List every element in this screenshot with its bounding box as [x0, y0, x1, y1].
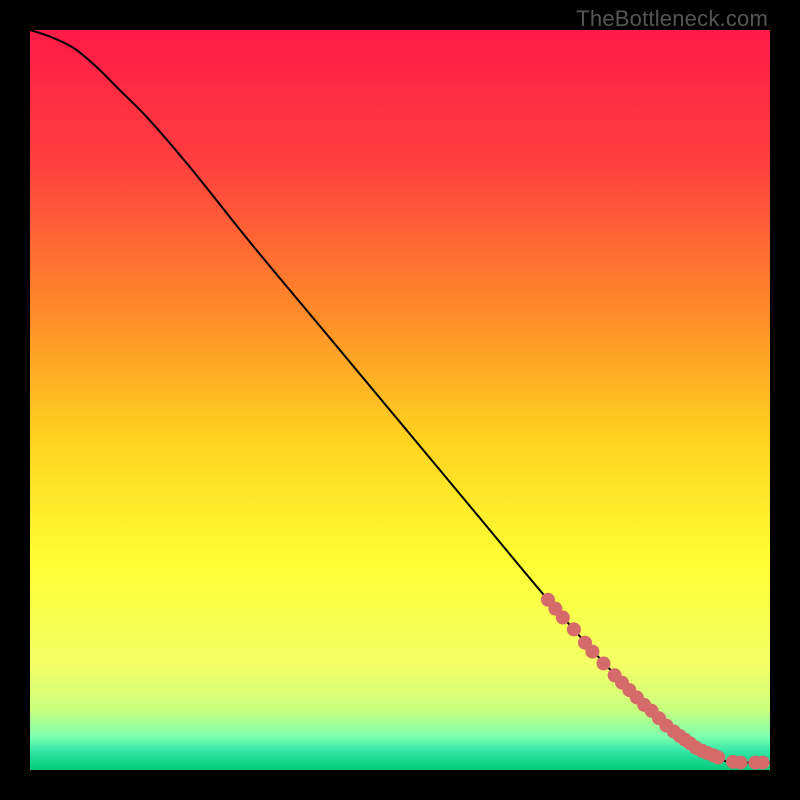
- marker-point: [733, 756, 747, 770]
- chart-frame: TheBottleneck.com: [0, 0, 800, 800]
- plot-background: [30, 30, 770, 770]
- marker-point: [567, 622, 581, 636]
- marker-point: [556, 611, 570, 625]
- watermark-text: TheBottleneck.com: [576, 6, 768, 32]
- chart-plot: [30, 30, 770, 770]
- marker-point: [597, 656, 611, 670]
- marker-point: [585, 645, 599, 659]
- marker-point: [711, 750, 725, 764]
- marker-point: [756, 756, 770, 770]
